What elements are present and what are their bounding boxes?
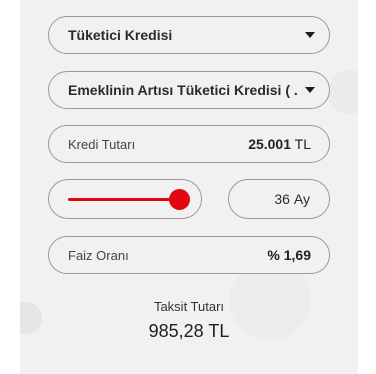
interest-rate-field: Faiz Oranı % 1,69 (48, 236, 330, 274)
term-slider-thumb[interactable] (169, 189, 190, 210)
caret-down-icon (305, 32, 315, 38)
credit-type-select[interactable]: Tüketici Kredisi (48, 16, 330, 54)
loan-amount-label: Kredi Tutarı (68, 136, 136, 152)
term-value: 36 (274, 191, 290, 207)
term-unit: Ay (293, 191, 310, 207)
installment-value: 985,28 TL (148, 321, 230, 341)
credit-subtype-value: Emeklinin Artısı Tüketici Kredisi ( ... (68, 82, 297, 98)
credit-type-value: Tüketici Kredisi (68, 27, 173, 43)
term-slider-fill (68, 198, 179, 201)
term-value-field[interactable]: 36 Ay (228, 179, 330, 219)
loan-amount-currency: TL (294, 136, 311, 152)
loan-amount-number: 25.001 (248, 136, 292, 152)
loan-amount-field[interactable]: Kredi Tutarı 25.001 TL (48, 125, 330, 163)
interest-rate-label: Faiz Oranı (68, 247, 129, 263)
interest-rate-value: % 1,69 (267, 247, 329, 263)
credit-subtype-select[interactable]: Emeklinin Artısı Tüketici Kredisi ( ... (48, 71, 330, 109)
interest-rate-number: % 1,69 (267, 247, 311, 263)
installment-label: Taksit Tutarı (153, 299, 225, 314)
caret-down-icon (305, 87, 315, 93)
term-slider[interactable] (48, 179, 202, 219)
loan-calculator-panel: Tüketici Kredisi Emeklinin Artısı Tüketi… (20, 0, 358, 374)
loan-amount-value[interactable]: 25.001 TL (248, 136, 329, 152)
term-slider-track[interactable] (68, 189, 190, 210)
